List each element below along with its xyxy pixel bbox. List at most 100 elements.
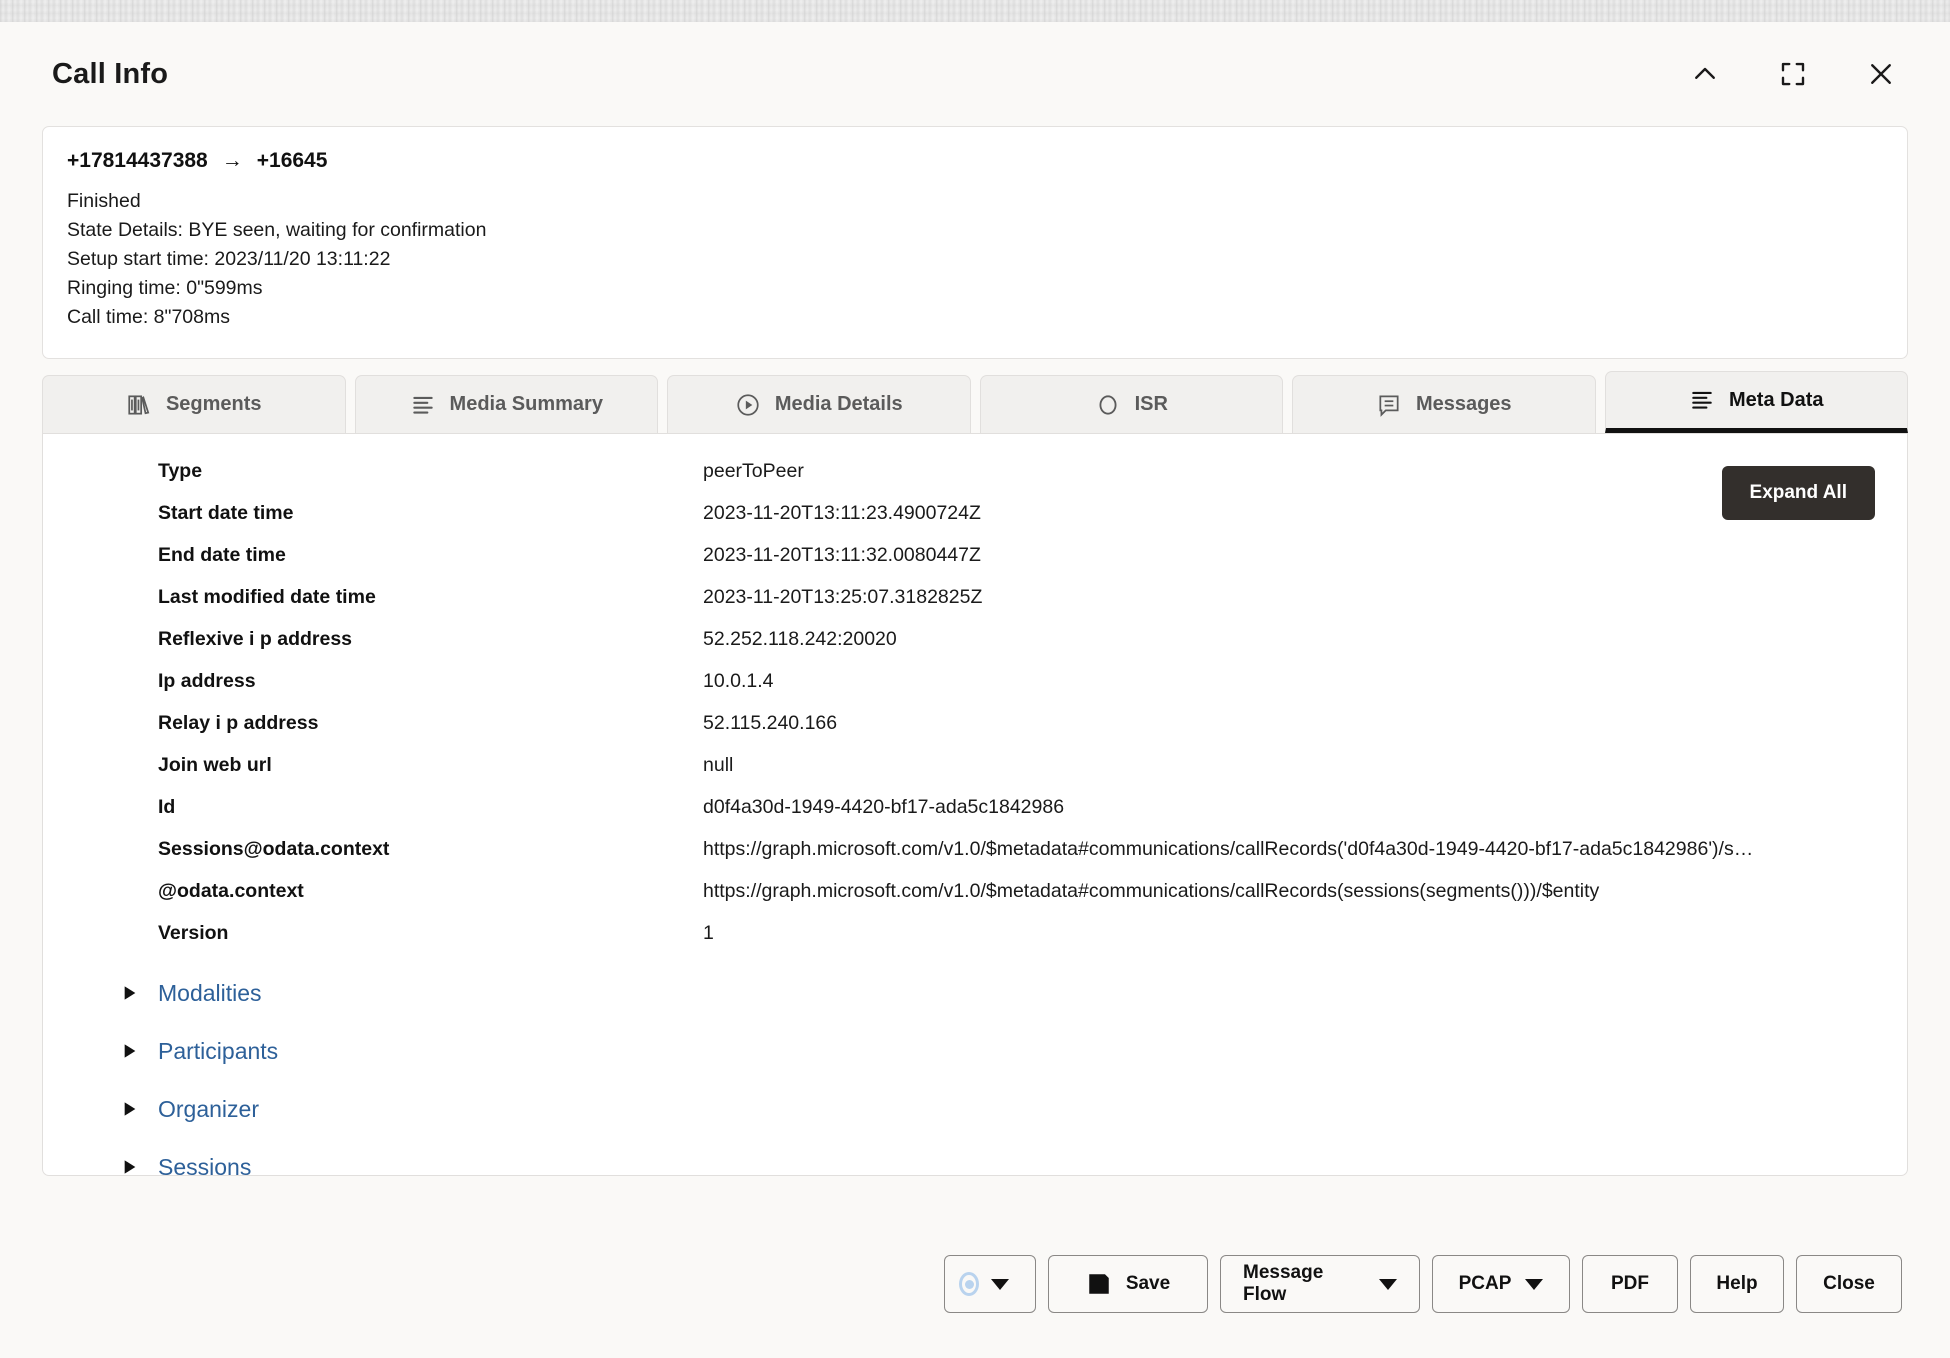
tabstrip: Segments Media Summary Media Details ISR… xyxy=(42,371,1908,433)
expandable-participants[interactable]: Participants xyxy=(43,1022,1907,1080)
expand-all-button[interactable]: Expand All xyxy=(1721,466,1875,520)
table-row: End date time 2023-11-20T13:11:32.008044… xyxy=(43,544,1907,586)
row-key: End date time xyxy=(158,544,286,566)
save-label: Save xyxy=(1125,1273,1171,1294)
chevron-up-icon xyxy=(1690,59,1720,89)
message-flow-button[interactable]: Message Flow xyxy=(1220,1255,1420,1313)
table-row: Start date time 2023-11-20T13:11:23.4900… xyxy=(43,502,1907,544)
row-key: Reflexive i p address xyxy=(158,628,353,650)
help-label: Help xyxy=(1716,1273,1758,1294)
close-label: Close xyxy=(1823,1273,1875,1294)
table-row: @odata.context https://graph.microsoft.c… xyxy=(43,880,1907,922)
record-target-icon xyxy=(959,1272,979,1296)
close-icon xyxy=(1866,59,1896,89)
call-summary-card: +17814437388 → +16645 Finished State Det… xyxy=(42,126,1908,359)
meta-data-panel: Expand All Type peerToPeer Start date ti… xyxy=(42,433,1908,1176)
expandable-modalities[interactable]: Modalities xyxy=(43,964,1907,1022)
record-dropdown-button[interactable] xyxy=(944,1255,1036,1313)
call-setup-start-time: Setup start time: 2023/11/20 13:11:22 xyxy=(67,248,391,270)
row-key: @odata.context xyxy=(158,880,304,902)
row-value: 52.252.118.242:20020 xyxy=(703,628,897,650)
expandable-label: Participants xyxy=(158,1037,279,1064)
fullscreen-button[interactable] xyxy=(1772,53,1814,95)
play-icon xyxy=(735,392,761,418)
expandable-label: Modalities xyxy=(158,979,262,1006)
row-value: https://graph.microsoft.com/v1.0/$metada… xyxy=(703,838,1754,860)
pdf-button[interactable]: PDF xyxy=(1582,1255,1678,1313)
tab-messages[interactable]: Messages xyxy=(1292,375,1596,433)
meta-data-table: Type peerToPeer Start date time 2023-11-… xyxy=(43,434,1907,1175)
call-ringing-time: Ringing time: 0"599ms xyxy=(67,277,263,299)
callee-number: +16645 xyxy=(256,149,328,172)
row-key: Join web url xyxy=(158,754,272,776)
call-info-dialog: Call Info +17814437388 → +16645 Finished… xyxy=(0,22,1950,1358)
caret-right-icon xyxy=(123,1101,149,1117)
table-row: Join web url null xyxy=(43,754,1907,796)
page-title: Call Info xyxy=(52,57,169,90)
call-status: Finished xyxy=(67,190,141,212)
table-row: Id d0f4a30d-1949-4420-bf17-ada5c1842986 xyxy=(43,796,1907,838)
message-flow-label: Message Flow xyxy=(1243,1262,1324,1305)
tab-segments[interactable]: Segments xyxy=(42,375,346,433)
table-row: Sessions@odata.context https://graph.mic… xyxy=(43,838,1907,880)
table-row: Last modified date time 2023-11-20T13:25… xyxy=(43,586,1907,628)
row-key: Type xyxy=(158,460,203,482)
row-value: 10.0.1.4 xyxy=(703,670,774,692)
row-value: 1 xyxy=(703,922,714,944)
caret-right-icon xyxy=(123,1043,149,1059)
message-icon xyxy=(1376,392,1402,418)
pcap-button[interactable]: PCAP xyxy=(1432,1255,1570,1313)
top-texture-strip xyxy=(0,0,1950,22)
tab-label: Messages xyxy=(1415,393,1512,415)
floppy-disk-icon xyxy=(1086,1271,1112,1297)
call-parties: +17814437388 → +16645 xyxy=(67,149,1883,173)
row-value: 2023-11-20T13:25:07.3182825Z xyxy=(703,586,983,608)
close-window-button[interactable] xyxy=(1860,53,1902,95)
list-icon xyxy=(410,392,436,418)
table-row: Type peerToPeer xyxy=(43,460,1907,502)
row-key: Relay i p address xyxy=(158,712,319,734)
row-value: https://graph.microsoft.com/v1.0/$metada… xyxy=(703,880,1600,902)
row-key: Id xyxy=(158,796,176,818)
table-row: Ip address 10.0.1.4 xyxy=(43,670,1907,712)
fullscreen-icon xyxy=(1778,59,1808,89)
chevron-down-icon xyxy=(991,1278,1009,1290)
row-value: d0f4a30d-1949-4420-bf17-ada5c1842986 xyxy=(703,796,1065,818)
expandable-organizer[interactable]: Organizer xyxy=(43,1080,1907,1138)
row-key: Sessions@odata.context xyxy=(158,838,390,860)
tab-label: Segments xyxy=(165,393,262,415)
row-key: Ip address xyxy=(158,670,256,692)
save-button[interactable]: Save xyxy=(1048,1255,1208,1313)
row-key: Version xyxy=(158,922,229,944)
expandable-label: Organizer xyxy=(158,1095,259,1122)
dialog-header: Call Info xyxy=(0,22,1950,126)
collapse-button[interactable] xyxy=(1684,53,1726,95)
tab-media-details[interactable]: Media Details xyxy=(667,375,971,433)
row-key: Start date time xyxy=(158,502,294,524)
books-icon xyxy=(126,392,152,418)
expandable-sessions[interactable]: Sessions xyxy=(43,1138,1907,1175)
caret-right-icon xyxy=(123,985,149,1001)
dialog-footer: Save Message Flow PCAP PDF Help Close xyxy=(0,1210,1950,1358)
list-icon xyxy=(1689,387,1715,413)
tab-meta-data[interactable]: Meta Data xyxy=(1604,371,1908,433)
tab-label: Media Details xyxy=(774,393,903,415)
table-row: Relay i p address 52.115.240.166 xyxy=(43,712,1907,754)
tab-media-summary[interactable]: Media Summary xyxy=(354,375,658,433)
row-value: 52.115.240.166 xyxy=(703,712,838,734)
table-row: Version 1 xyxy=(43,922,1907,964)
tab-label: Meta Data xyxy=(1729,388,1824,411)
caller-number: +17814437388 xyxy=(67,149,208,172)
direction-arrow-icon: → xyxy=(221,149,243,172)
tab-isr[interactable]: ISR xyxy=(979,375,1283,433)
chevron-down-icon xyxy=(1525,1278,1544,1290)
row-value: null xyxy=(703,754,734,776)
help-button[interactable]: Help xyxy=(1690,1255,1784,1313)
caret-right-icon xyxy=(123,1159,149,1175)
tab-label: ISR xyxy=(1134,393,1168,415)
pcap-label: PCAP xyxy=(1458,1273,1512,1294)
circle-icon xyxy=(1095,392,1121,418)
tab-label: Media Summary xyxy=(449,393,603,415)
close-dialog-button[interactable]: Close xyxy=(1796,1255,1902,1313)
pdf-label: PDF xyxy=(1611,1273,1649,1294)
